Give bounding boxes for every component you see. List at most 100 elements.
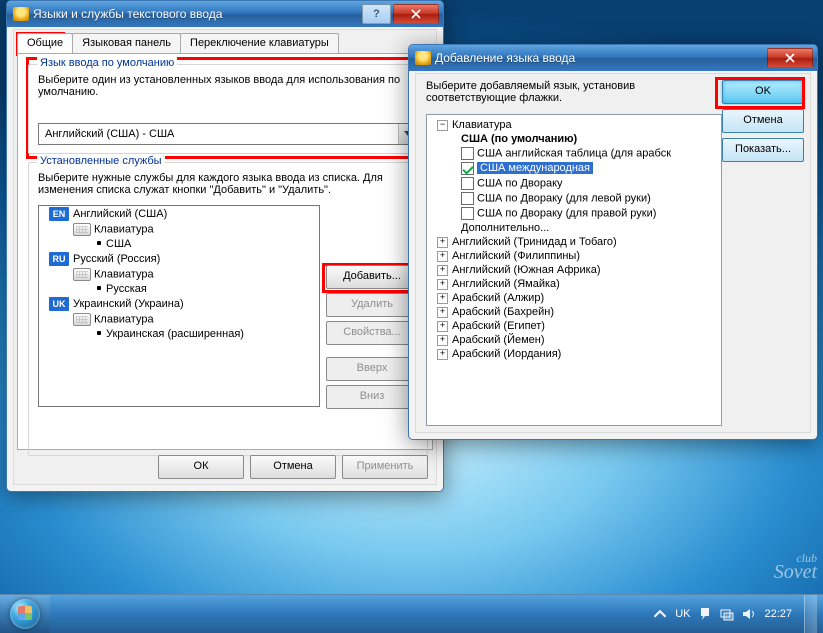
watermark: club Sovet [774,551,817,579]
lang-badge-icon: UK [49,297,69,311]
desktop: Языки и службы текстового ввода ? Общие … [0,0,823,633]
help-button[interactable]: ? [362,4,391,24]
language-node[interactable]: +Английский (Ямайка) [427,277,721,291]
group-installed-services: Установленные службы Выберите нужные слу… [28,162,428,456]
expand-icon[interactable]: + [437,293,448,304]
move-down-button[interactable]: Вниз [326,385,418,409]
right-buttons: OK Отмена Показать... [722,80,802,167]
tab-lang-panel[interactable]: Языковая панель [72,33,181,53]
start-button[interactable] [0,595,50,633]
action-center-icon[interactable] [698,607,712,621]
checkbox[interactable] [461,207,474,220]
keyboard-icon [73,223,91,236]
ok-button[interactable]: ОК [158,455,244,479]
titlebar[interactable]: Добавление языка ввода [409,45,817,71]
keyboard-root[interactable]: −Клавиатура [427,118,721,132]
system-tray[interactable]: UK 22:27 [653,595,823,633]
language-node[interactable]: +Арабский (Бахрейн) [427,305,721,319]
language-tree[interactable]: −КлавиатураСША (по умолчанию)США английс… [426,114,722,426]
keyboard-node[interactable]: Клавиатура [39,222,319,237]
layout-node[interactable]: США [39,237,319,251]
language-node[interactable]: +Арабский (Алжир) [427,291,721,305]
clock[interactable]: 22:27 [764,608,792,620]
close-button[interactable] [767,48,813,68]
bullet-icon [97,286,101,290]
group-legend: Язык ввода по умолчанию [37,57,177,69]
keyboard-icon [73,268,91,281]
move-up-button[interactable]: Вверх [326,357,418,381]
delete-button[interactable]: Удалить [326,293,418,317]
collapse-icon[interactable]: − [437,120,448,131]
window-icon [13,7,29,21]
group-default-language: Язык ввода по умолчанию Выберите один из… [28,64,428,154]
dialog-buttons: ОК Отмена Применить [158,455,428,479]
tab-strip: Общие Языковая панель Переключение клави… [17,33,436,53]
layout-option[interactable]: США по Двораку (для левой руки) [427,191,721,206]
layout-default[interactable]: США (по умолчанию) [427,132,721,146]
expand-icon[interactable]: + [437,265,448,276]
network-icon[interactable] [720,607,734,621]
properties-button[interactable]: Свойства... [326,321,418,345]
expand-icon[interactable]: + [437,321,448,332]
windows-orb-icon [10,599,40,629]
cancel-button[interactable]: Отмена [250,455,336,479]
checkbox[interactable] [461,192,474,205]
input-indicator[interactable]: UK [675,608,690,620]
default-language-combo[interactable]: Английский (США) - США [38,123,418,145]
show-button[interactable]: Показать... [722,138,804,162]
layout-option[interactable]: США английская таблица (для арабск [427,146,721,161]
taskbar[interactable]: UK 22:27 [0,594,823,633]
installed-desc: Выберите нужные службы для каждого языка… [38,172,418,196]
layout-option[interactable]: США по Двораку [427,176,721,191]
keyboard-node[interactable]: Клавиатура [39,312,319,327]
layout-option[interactable]: США по Двораку (для правой руки) [427,206,721,221]
language-node[interactable]: RUРусский (Россия) [39,251,319,267]
cancel-button[interactable]: Отмена [722,109,804,133]
apply-button[interactable]: Применить [342,455,428,479]
keyboard-icon [73,313,91,326]
expand-icon[interactable]: + [437,335,448,346]
group-legend: Установленные службы [37,155,165,167]
expand-icon[interactable]: + [437,251,448,262]
layout-more[interactable]: Дополнительно... [427,221,721,235]
window-add-input-language: Добавление языка ввода Выберите добавляе… [408,44,818,440]
expand-icon[interactable]: + [437,279,448,290]
tab-general[interactable]: Общие [17,33,73,53]
keyboard-node[interactable]: Клавиатура [39,267,319,282]
window-icon [415,51,431,65]
add-button[interactable]: Добавить... [326,265,418,289]
language-node[interactable]: +Арабский (Иордания) [427,347,721,361]
volume-icon[interactable] [742,607,756,621]
window-title: Добавление языка ввода [435,51,575,65]
bullet-icon [97,241,101,245]
window-languages-services: Языки и службы текстового ввода ? Общие … [6,0,444,492]
language-node[interactable]: +Английский (Южная Африка) [427,263,721,277]
client-area: Общие Языковая панель Переключение клави… [13,29,437,485]
chevron-up-icon[interactable] [653,607,667,621]
window-title: Языки и службы текстового ввода [33,7,222,21]
language-node[interactable]: ENАнглийский (США) [39,206,319,222]
expand-icon[interactable]: + [437,349,448,360]
ok-button[interactable]: OK [722,80,804,104]
language-node[interactable]: +Арабский (Египет) [427,319,721,333]
checkbox[interactable] [461,147,474,160]
expand-icon[interactable]: + [437,307,448,318]
layout-option[interactable]: США международная [427,161,721,176]
layout-node[interactable]: Русская [39,282,319,296]
checkbox[interactable] [461,177,474,190]
language-node[interactable]: +Английский (Филиппины) [427,249,721,263]
expand-icon[interactable]: + [437,237,448,248]
tab-page-general: Язык ввода по умолчанию Выберите один из… [17,53,433,450]
installed-languages-tree[interactable]: ENАнглийский (США)КлавиатураСШАRUРусский… [38,205,320,407]
close-button[interactable] [393,4,439,24]
language-node[interactable]: UKУкраинский (Украина) [39,296,319,312]
titlebar[interactable]: Языки и службы текстового ввода ? [7,1,443,27]
show-desktop-button[interactable] [804,595,817,633]
language-node[interactable]: +Арабский (Йемен) [427,333,721,347]
layout-node[interactable]: Украинская (расширенная) [39,327,319,341]
checkbox[interactable] [461,162,474,175]
default-desc: Выберите один из установленных языков вв… [38,74,418,98]
combo-value: Английский (США) - США [39,128,398,140]
language-node[interactable]: +Английский (Тринидад и Тобаго) [427,235,721,249]
tab-switch-kb[interactable]: Переключение клавиатуры [180,33,339,53]
